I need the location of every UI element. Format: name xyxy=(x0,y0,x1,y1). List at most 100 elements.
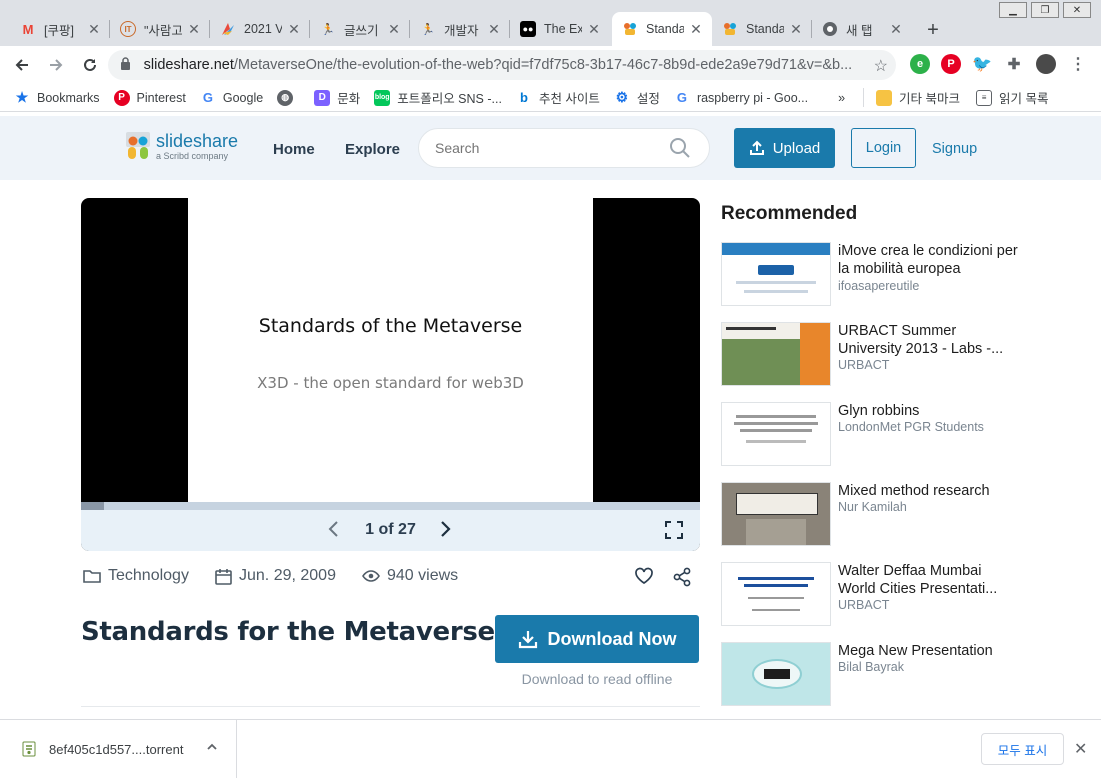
menu-kebab-icon[interactable]: ⋮ xyxy=(1068,54,1088,74)
recommended-item[interactable]: URBACT Summer University 2013 - Labs -..… xyxy=(721,322,1021,386)
slide-subtitle: X3D - the open standard for web3D xyxy=(257,374,524,392)
address-bar[interactable]: slideshare.net/MetaverseOne/the-evolutio… xyxy=(108,50,896,80)
gear-icon: ⚙ xyxy=(615,89,629,105)
eye-icon xyxy=(362,570,380,582)
close-tab-icon[interactable]: ✕ xyxy=(286,21,302,37)
recommended-thumbnail xyxy=(721,322,831,386)
download-shelf: 8ef405c1d557....torrent 모두 표시 ✕ xyxy=(0,719,1101,778)
runner-icon: 🏃 xyxy=(421,23,435,36)
folder-icon xyxy=(876,89,893,106)
reload-icon[interactable] xyxy=(76,51,104,79)
recommended-item[interactable]: Walter Deffaa Mumbai World Cities Presen… xyxy=(721,562,1021,626)
tab-the-ex[interactable]: ●● The Ex ✕ xyxy=(510,12,610,46)
slide-progress-fill xyxy=(81,502,104,510)
bookmark-recommended[interactable]: b 추천 사이트 xyxy=(516,88,600,107)
chevron-up-icon[interactable] xyxy=(206,741,218,756)
category-link[interactable]: Technology xyxy=(83,567,189,585)
slide-progress-bar[interactable] xyxy=(81,502,700,510)
bookmark-google[interactable]: G Google xyxy=(200,90,263,106)
close-tab-icon[interactable]: ✕ xyxy=(186,21,202,37)
tab-writing[interactable]: 🏃 글쓰기 ✕ xyxy=(310,12,410,46)
recommended-thumbnail xyxy=(721,642,831,706)
bookmark-culture[interactable]: D 문화 xyxy=(314,88,360,107)
other-bookmarks-folder[interactable]: 기타 북마크 xyxy=(863,88,960,107)
signup-link[interactable]: Signup xyxy=(932,141,977,157)
google-icon: G xyxy=(202,90,213,105)
avatar[interactable] xyxy=(1036,54,1056,74)
evernote-icon[interactable]: e xyxy=(910,54,930,74)
bookmark-settings[interactable]: ⚙ 설정 xyxy=(614,88,660,107)
document-title: Standards for the Metaverse xyxy=(81,617,495,647)
nav-explore[interactable]: Explore xyxy=(345,141,400,158)
slide-viewport[interactable]: Standards of the Metaverse X3D - the ope… xyxy=(188,198,593,502)
bookmarks-overflow-button[interactable]: » xyxy=(838,91,845,105)
url-host: slideshare.net xyxy=(143,57,234,73)
star-icon: ★ xyxy=(15,89,29,105)
recommended-item[interactable]: Glyn robbins LondonMet PGR Students xyxy=(721,402,1021,466)
restore-icon[interactable]: ❐ xyxy=(1031,2,1059,18)
tab-2021[interactable]: 2021 V ✕ xyxy=(210,12,310,46)
new-tab-button[interactable]: + xyxy=(920,17,946,43)
slideshare-logo[interactable]: slideshare a Scribd company xyxy=(125,131,238,161)
close-tab-icon[interactable]: ✕ xyxy=(888,21,904,37)
slideshare-icon xyxy=(722,21,738,37)
recommended-item[interactable]: iMove crea le condizioni per la mobilità… xyxy=(721,242,1021,306)
close-window-icon[interactable]: ✕ xyxy=(1063,2,1091,18)
tab-coupang[interactable]: M [쿠팡] ✕ xyxy=(10,12,110,46)
slide-title: Standards of the Metaverse xyxy=(258,315,523,337)
tab-new[interactable]: 새 탭 ✕ xyxy=(812,12,912,46)
recommended-heading: Recommended xyxy=(721,203,858,224)
search-input[interactable] xyxy=(435,140,655,156)
recommended-thumbnail xyxy=(721,402,831,466)
d-icon: D xyxy=(314,89,331,106)
close-tab-icon[interactable]: ✕ xyxy=(788,21,804,37)
bookmark-pinterest[interactable]: P Pinterest xyxy=(113,89,186,106)
reading-list[interactable]: ≡ 읽기 목록 xyxy=(976,88,1049,107)
download-hint: Download to read offline xyxy=(521,671,673,687)
forward-arrow-icon[interactable] xyxy=(42,51,70,79)
recommended-item[interactable]: Mega New Presentation Bilal Bayrak xyxy=(721,642,1021,706)
twitter-icon[interactable]: 🐦 xyxy=(972,54,992,74)
lock-icon xyxy=(120,57,134,73)
gmail-icon: M xyxy=(22,21,34,37)
bookmarks-bar: ★ Bookmarks P Pinterest G Google ◍ D 문화 blog… xyxy=(0,84,1101,112)
recommended-item[interactable]: Mixed method research Nur Kamilah xyxy=(721,482,1021,546)
show-all-downloads-button[interactable]: 모두 표시 xyxy=(981,733,1064,765)
like-heart-icon[interactable] xyxy=(634,567,661,585)
nav-home[interactable]: Home xyxy=(273,141,315,158)
close-tab-icon[interactable]: ✕ xyxy=(86,21,102,37)
tab-developer[interactable]: 🏃 개발자 ✕ xyxy=(410,12,510,46)
bookmark-bookmarks[interactable]: ★ Bookmarks xyxy=(14,89,100,106)
bookmark-raspberry[interactable]: Graspberry pi - Goo... xyxy=(674,90,808,106)
tab-standards[interactable]: Standa ✕ xyxy=(712,12,812,46)
bookmark-globe[interactable]: ◍ xyxy=(277,89,300,106)
download-now-button[interactable]: Download Now xyxy=(495,615,699,663)
close-shelf-icon[interactable]: ✕ xyxy=(1074,739,1087,759)
next-slide-icon[interactable] xyxy=(438,520,452,543)
search-icon[interactable] xyxy=(669,137,691,164)
bookmark-star-icon[interactable]: ☆ xyxy=(874,56,888,76)
close-tab-icon[interactable]: ✕ xyxy=(486,21,502,37)
slideshare-logo-icon xyxy=(125,131,151,161)
tab-people[interactable]: IT "사람고 ✕ xyxy=(110,12,210,46)
login-button[interactable]: Login xyxy=(851,128,916,168)
tab-strip: M [쿠팡] ✕ IT "사람고 ✕ 2021 V ✕ 🏃 글쓰기 ✕ 🏃 개발… xyxy=(0,0,1101,46)
upload-button[interactable]: Upload xyxy=(734,128,835,168)
colorful-leaf-icon xyxy=(220,21,236,37)
upload-icon xyxy=(749,140,765,156)
google-icon: G xyxy=(676,90,687,105)
fullscreen-icon[interactable] xyxy=(665,521,683,544)
close-tab-icon[interactable]: ✕ xyxy=(688,21,704,37)
tab-standards-active[interactable]: Standa ✕ xyxy=(612,12,712,46)
back-arrow-icon[interactable] xyxy=(8,51,36,79)
close-tab-icon[interactable]: ✕ xyxy=(586,21,602,37)
share-icon[interactable] xyxy=(672,567,699,587)
extensions-puzzle-icon[interactable]: ✚ xyxy=(1004,54,1024,74)
bookmark-portfolio[interactable]: blog 포트폴리오 SNS -... xyxy=(374,88,502,107)
player-controls: 1 of 27 xyxy=(81,510,700,551)
pinterest-icon[interactable]: P xyxy=(941,54,961,74)
close-tab-icon[interactable]: ✕ xyxy=(386,21,402,37)
download-item[interactable]: 8ef405c1d557....torrent xyxy=(0,720,237,778)
calendar-icon xyxy=(215,568,232,585)
minimize-icon[interactable]: ▁ xyxy=(999,2,1027,18)
